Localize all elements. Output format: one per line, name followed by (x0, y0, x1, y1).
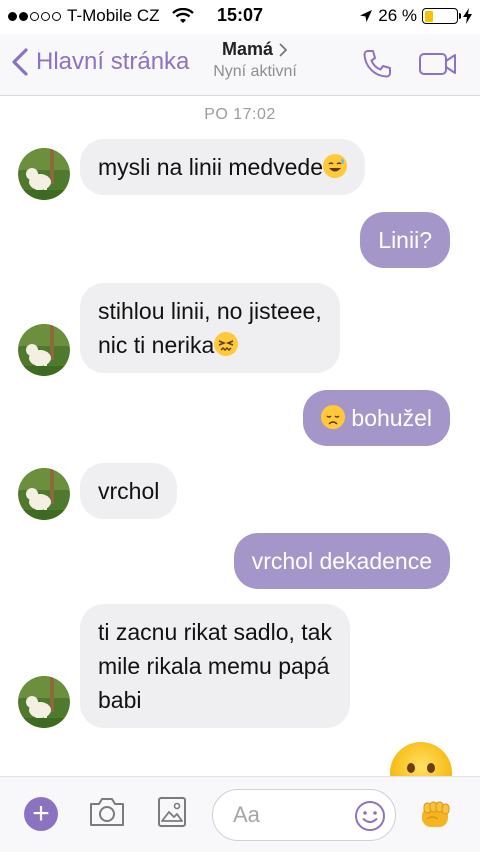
dog-photo-avatar (18, 468, 70, 520)
back-button[interactable]: Hlavní stránka (10, 47, 189, 77)
back-label: Hlavní stránka (36, 48, 190, 75)
dog-photo-avatar (18, 676, 70, 728)
contact-status: Nyní aktivní (213, 63, 297, 80)
like-fist-icon (422, 801, 450, 827)
contact-avatar[interactable] (18, 324, 70, 376)
camera-icon (90, 798, 124, 826)
message-text-line: nic ti nerika (98, 332, 215, 358)
persevering-face-emoji-icon (214, 332, 239, 356)
contact-avatar[interactable] (18, 468, 70, 520)
message-text: bohužel (351, 405, 432, 431)
charging-bolt-icon (463, 8, 472, 24)
dog-photo-avatar (18, 148, 70, 200)
message-incoming[interactable]: ti zacnu rikat sadlo, tak mile rikala me… (80, 604, 350, 728)
message-text-line: ti zacnu rikat sadlo, tak (98, 619, 332, 645)
gallery-button[interactable] (156, 795, 188, 834)
message-input[interactable] (233, 800, 353, 830)
plus-icon[interactable]: + (24, 797, 58, 831)
status-right: 26 % (359, 6, 472, 26)
composer-bar: + (0, 776, 480, 852)
message-outgoing[interactable]: bohužel (303, 390, 450, 446)
chevron-right-icon (279, 43, 288, 56)
date-separator: PO 17:02 (204, 106, 276, 123)
message-text-line: babi (98, 687, 142, 713)
message-text: vrchol (98, 478, 160, 504)
message-outgoing[interactable]: vrchol dekadence (233, 533, 450, 589)
location-arrow-icon (360, 10, 373, 22)
grinning-sweat-emoji-icon (322, 154, 347, 178)
contact-avatar[interactable] (18, 148, 70, 200)
contact-header[interactable]: Mamá Nyní aktivní (205, 39, 305, 81)
message-text-line: mile rikala memu papá (98, 653, 330, 679)
like-fist-button[interactable] (418, 797, 454, 836)
battery-percent: 26 % (378, 6, 417, 25)
status-bar: T-Mobile CZ 15:07 26 % (0, 0, 480, 34)
message-input-field[interactable] (212, 789, 396, 841)
message-incoming[interactable]: mysli na linii medvede (80, 139, 365, 195)
phone-icon (363, 50, 391, 78)
large-emoji-sticker[interactable] (388, 740, 454, 776)
large-emoji-icon (390, 742, 452, 776)
video-camera-icon (419, 53, 456, 75)
chevron-left-icon (12, 48, 28, 76)
message-text: mysli na linii medvede (98, 154, 323, 180)
camera-button[interactable] (88, 795, 126, 834)
dog-photo-avatar (18, 324, 70, 376)
contact-name: Mamá (221, 39, 274, 59)
smiley-icon[interactable] (353, 799, 387, 833)
message-text: vrchol dekadence (251, 548, 432, 574)
message-text-line: stihlou linii, no jisteee, (98, 298, 322, 324)
message-outgoing[interactable]: Linii? (360, 212, 450, 268)
message-incoming[interactable]: stihlou linii, no jisteee, nic ti nerika (80, 283, 340, 373)
phone-call-button[interactable] (360, 47, 394, 81)
video-call-button[interactable] (418, 50, 458, 78)
message-incoming[interactable]: vrchol (80, 463, 178, 519)
navigation-bar: Hlavní stránka Mamá Nyní aktivní (0, 34, 480, 96)
disappointed-face-emoji-icon (321, 405, 346, 429)
contact-avatar[interactable] (18, 676, 70, 728)
image-icon (158, 797, 186, 827)
message-text: Linii? (378, 227, 432, 253)
battery-icon (422, 8, 461, 24)
